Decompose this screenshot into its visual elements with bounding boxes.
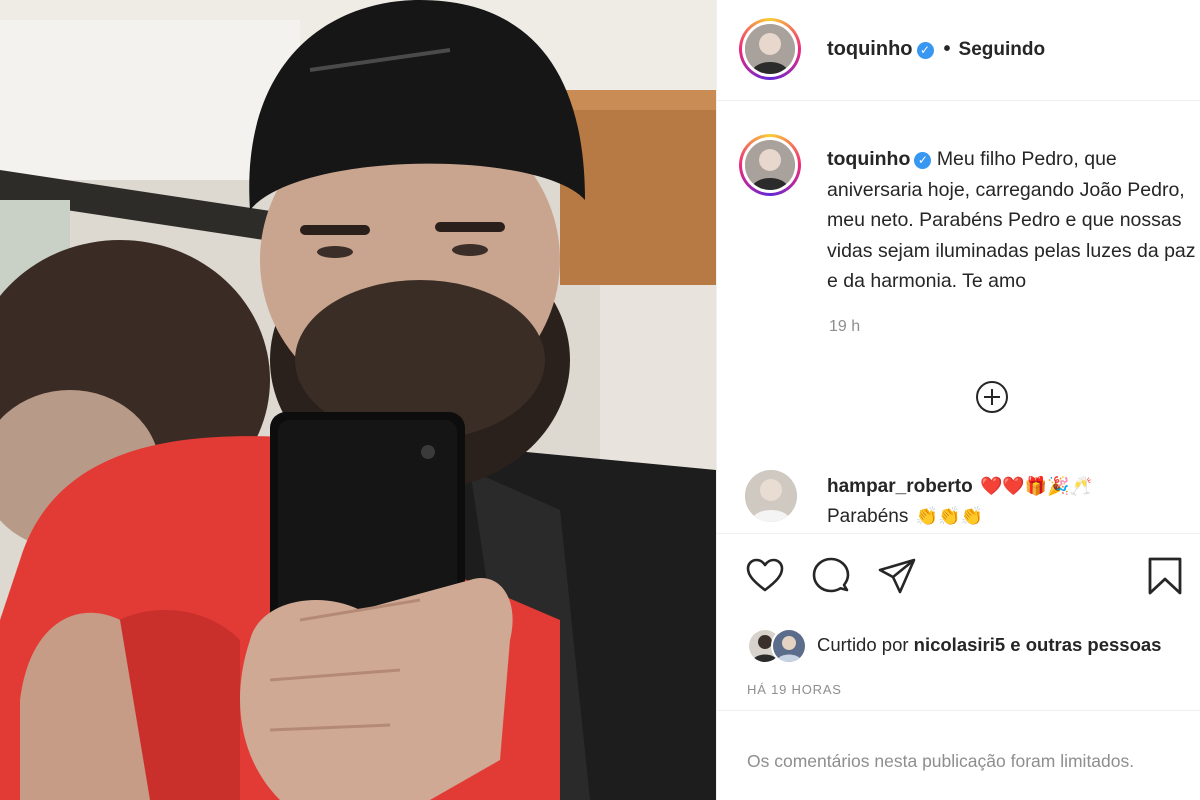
- liker-avatar[interactable]: [771, 628, 807, 664]
- post-image: [0, 0, 716, 800]
- author-row: toquinho ✓ • Seguindo: [827, 38, 1045, 61]
- caption-avatar[interactable]: [739, 134, 801, 196]
- plus-circle-icon[interactable]: [975, 380, 1009, 414]
- post-timestamp[interactable]: HÁ 19 HORAS: [747, 682, 842, 697]
- likes-user[interactable]: nicolasiri5: [914, 634, 1006, 655]
- author-username[interactable]: toquinho: [827, 38, 913, 60]
- verified-badge-icon: ✓: [914, 152, 932, 169]
- heart-icon[interactable]: [745, 556, 785, 596]
- verified-badge-icon: ✓: [916, 42, 934, 59]
- likes-suffix[interactable]: e outras pessoas: [1005, 634, 1161, 655]
- comment-emojis: ❤️❤️🎁🎉🥂: [979, 476, 1093, 496]
- comments-footer: Os comentários nesta publicação foram li…: [717, 710, 1200, 800]
- likes-summary: Curtido por nicolasiri5 e outras pessoas: [717, 628, 1200, 668]
- caption-text: toquinho ✓ Meu filho Pedro, que aniversar…: [827, 144, 1200, 297]
- caption-time: 19 h: [829, 318, 861, 335]
- commenter-avatar[interactable]: [745, 470, 797, 522]
- comment-text-emojis: 👏👏👏: [915, 506, 983, 526]
- bookmark-icon[interactable]: [1145, 556, 1185, 596]
- author-avatar[interactable]: [739, 18, 801, 80]
- post-sidebar: toquinho ✓ • Seguindo toquinho ✓ Meu filho P…: [716, 0, 1200, 800]
- following-button[interactable]: Seguindo: [959, 39, 1046, 60]
- comment-header: hampar_roberto ❤️❤️🎁🎉🥂: [827, 476, 1092, 498]
- likes-text[interactable]: Curtido por nicolasiri5 e outras pessoas: [817, 634, 1161, 656]
- comment-icon[interactable]: [811, 556, 851, 596]
- action-bar: [717, 533, 1200, 624]
- comment-body: Parabéns 👏👏👏: [827, 506, 983, 528]
- post-header: toquinho ✓ • Seguindo: [717, 0, 1200, 101]
- comment-text: Parabéns: [827, 506, 909, 527]
- caption-username[interactable]: toquinho: [827, 148, 910, 170]
- likes-prefix: Curtido por: [817, 634, 914, 655]
- post-photo[interactable]: [0, 0, 716, 800]
- caption-block: toquinho ✓ Meu filho Pedro, que aniversar…: [717, 110, 1200, 530]
- send-icon[interactable]: [877, 556, 917, 596]
- comments-limited-notice: Os comentários nesta publicação foram li…: [747, 751, 1135, 771]
- commenter-username[interactable]: hampar_roberto: [827, 476, 973, 497]
- separator-dot: •: [943, 38, 951, 60]
